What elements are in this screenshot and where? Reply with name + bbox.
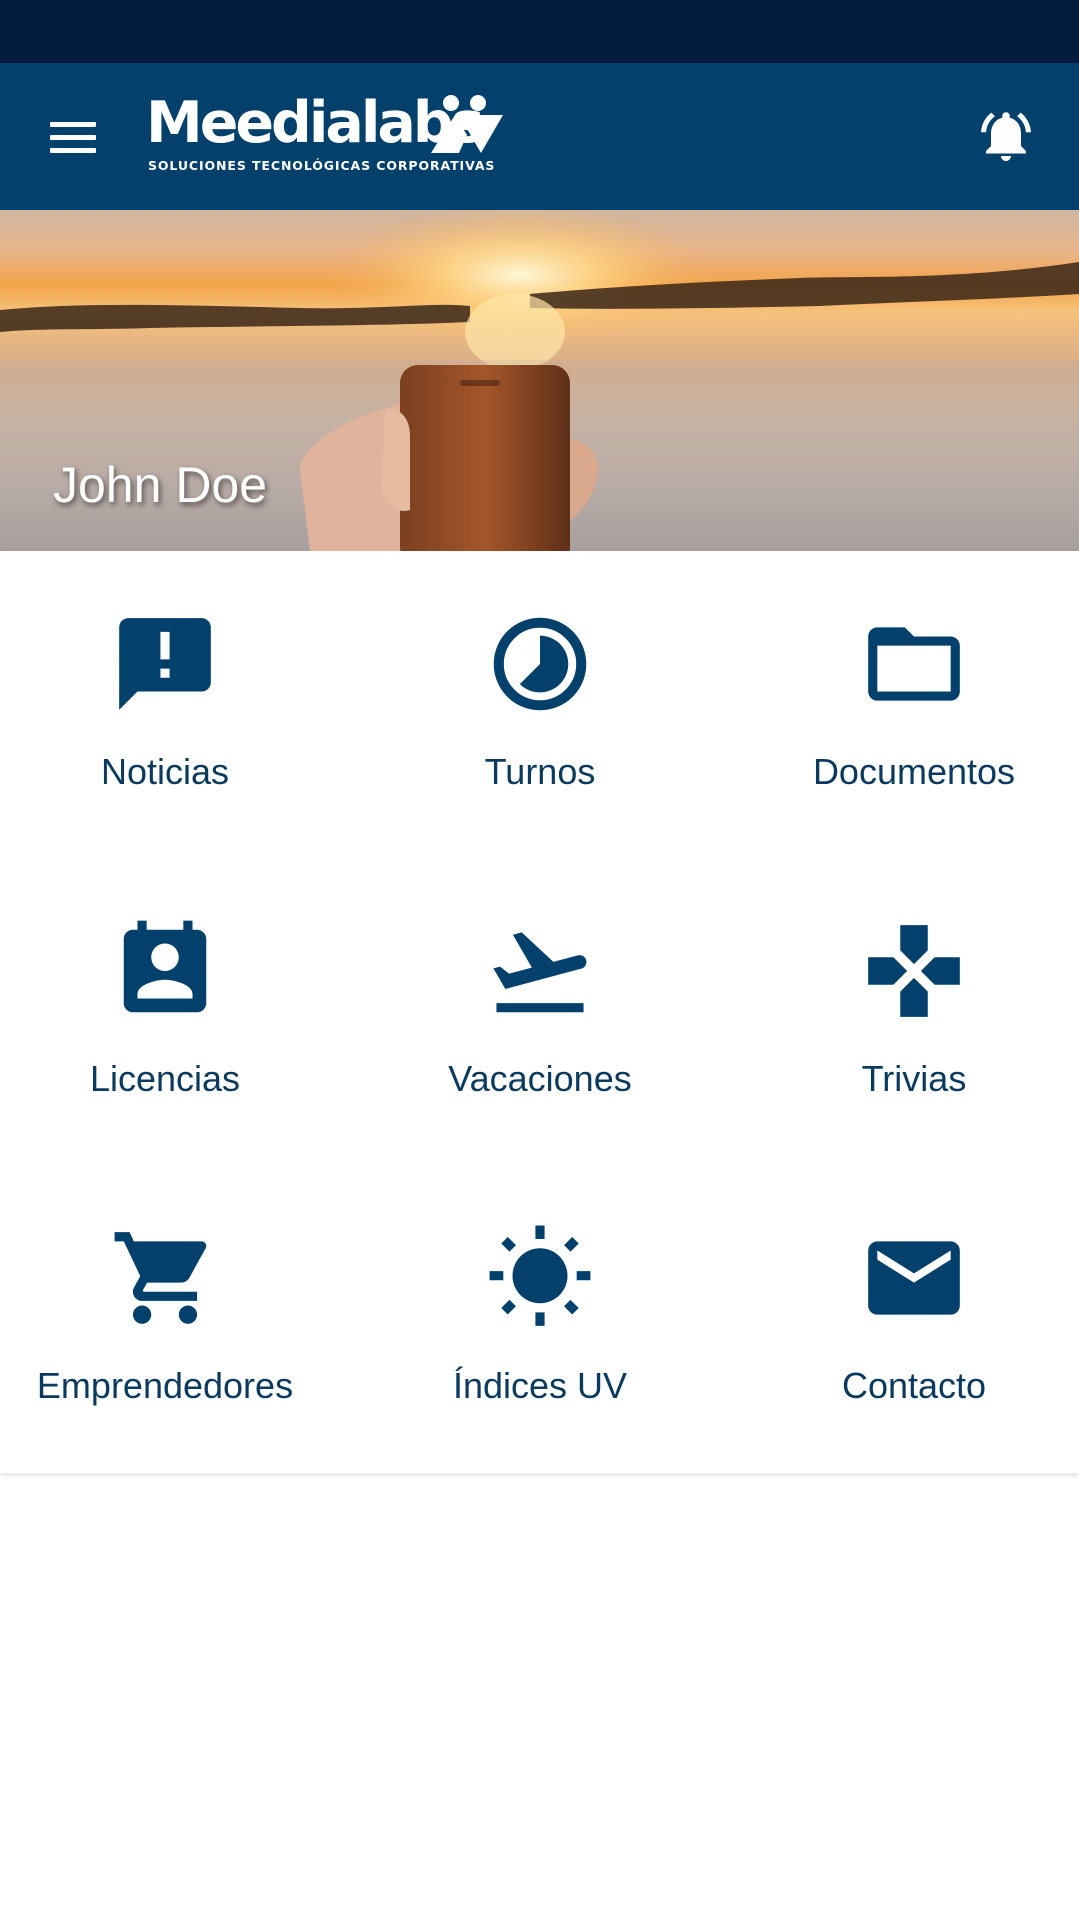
status-bar <box>0 0 1079 63</box>
menu-item-label: Emprendedores <box>36 1365 294 1406</box>
gamepad-icon <box>868 925 960 1017</box>
menu-item-label: Noticias <box>100 751 230 792</box>
menu-grid: Noticias Turnos Documentos Licencias Vac… <box>0 551 1079 1473</box>
menu-item-label: Índices UV <box>452 1365 628 1406</box>
menu-item-trivias[interactable]: Trivias <box>749 858 1079 1099</box>
announcement-icon <box>119 618 211 710</box>
menu-item-label: Documentos <box>812 751 1016 792</box>
contact-calendar-icon <box>123 920 207 1013</box>
menu-item-turnos[interactable]: Turnos <box>375 551 705 792</box>
menu-item-vacaciones[interactable]: Vacaciones <box>375 858 705 1099</box>
profile-banner: John Doe <box>0 210 1079 551</box>
logo-tagline: SOLUCIONES TECNOLÓGICAS CORPORATIVAS <box>148 158 496 173</box>
menu-item-documentos[interactable]: Documentos <box>749 551 1079 792</box>
menu-item-label: Licencias <box>89 1058 241 1099</box>
folder-icon <box>868 627 960 701</box>
user-name: John Doe <box>53 457 268 513</box>
logo-people-icon <box>431 95 503 153</box>
menu-item-indices-uv[interactable]: Índices UV <box>375 1165 705 1406</box>
shopping-cart-icon <box>114 1232 207 1324</box>
menu-item-licencias[interactable]: Licencias <box>0 858 330 1099</box>
menu-item-label: Contacto <box>841 1365 987 1406</box>
flight-takeoff-icon <box>493 932 587 1013</box>
menu-item-label: Turnos <box>484 751 596 792</box>
menu-item-noticias[interactable]: Noticias <box>0 551 330 792</box>
menu-item-label: Vacaciones <box>448 1058 632 1099</box>
sun-icon <box>489 1225 591 1326</box>
mail-icon <box>868 1241 960 1315</box>
clock-icon <box>493 617 587 711</box>
menu-item-label: Trivias <box>861 1058 967 1099</box>
menu-item-emprendedores[interactable]: Emprendedores <box>0 1165 330 1406</box>
menu-item-contacto[interactable]: Contacto <box>749 1165 1079 1406</box>
hamburger-menu-icon <box>50 122 96 127</box>
app-bar: Meedialabs SOLUCIONES TECNOLÓGICAS CORPO… <box>0 63 1079 210</box>
bell-ringing-icon <box>981 112 1031 161</box>
app-logo: Meedialabs SOLUCIONES TECNOLÓGICAS CORPO… <box>146 93 506 183</box>
notifications-button[interactable] <box>976 106 1036 166</box>
menu-button[interactable] <box>40 108 106 164</box>
